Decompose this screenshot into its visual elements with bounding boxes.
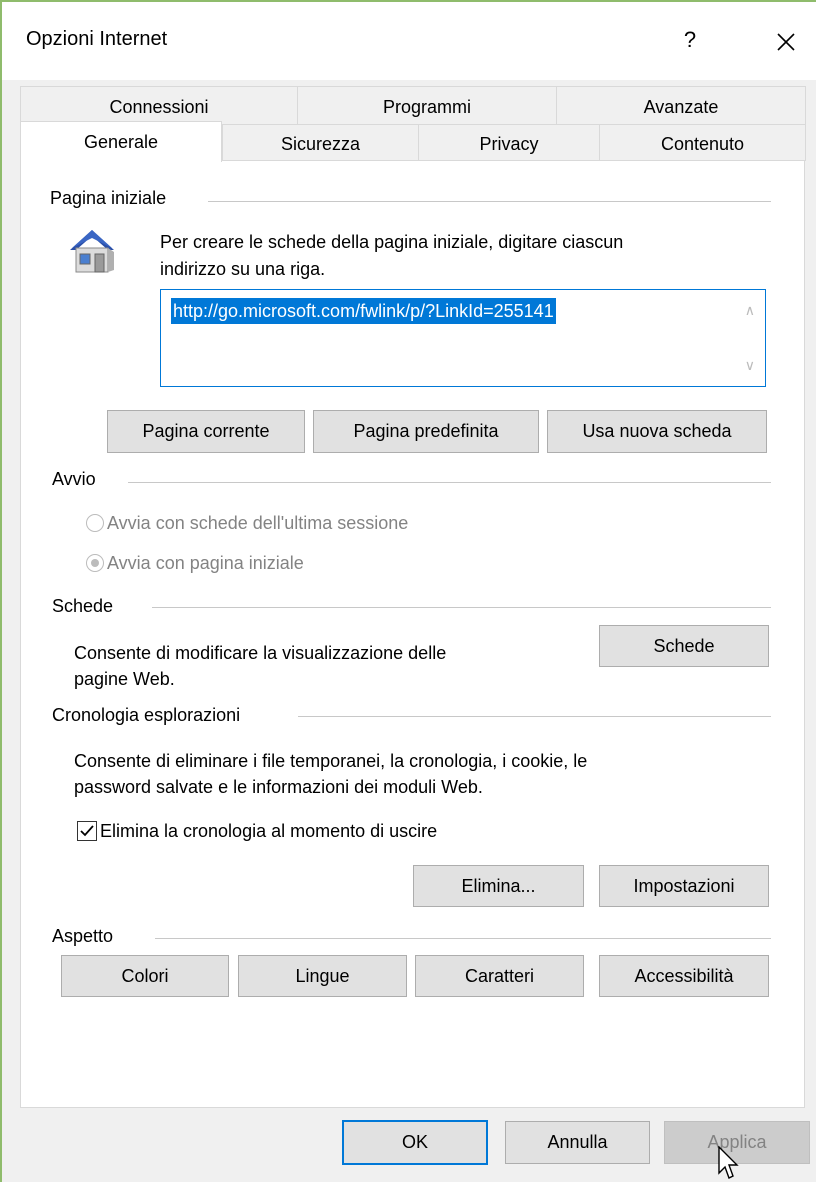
delete-history-button[interactable]: Elimina... <box>413 865 584 907</box>
close-icon <box>777 33 795 51</box>
history-group-label: Cronologia esplorazioni <box>52 705 241 726</box>
homepage-description-line2: indirizzo su una riga. <box>160 259 326 279</box>
history-group-line <box>298 716 771 717</box>
window-title: Opzioni Internet <box>26 28 168 50</box>
current-page-button[interactable]: Pagina corrente <box>107 410 305 453</box>
homepage-description-line1: Per creare le schede della pagina inizia… <box>160 232 624 252</box>
tab-programmi[interactable]: Programmi <box>297 86 557 124</box>
scroll-down-icon[interactable]: ∨ <box>745 357 755 374</box>
radio-homepage-label: Avvia con pagina iniziale <box>107 553 304 573</box>
radio-last-session-label: Avvia con schede dell'ultima sessione <box>107 513 409 533</box>
cancel-button[interactable]: Annulla <box>505 1121 650 1164</box>
startup-group-line <box>128 482 771 483</box>
tab-privacy[interactable]: Privacy <box>418 124 600 161</box>
languages-button[interactable]: Lingue <box>238 955 407 997</box>
tabs-group-line <box>152 607 771 608</box>
tabs-group-label: Schede <box>52 596 114 617</box>
default-page-button[interactable]: Pagina predefinita <box>313 410 539 453</box>
tab-connessioni[interactable]: Connessioni <box>20 86 298 124</box>
tab-contenuto[interactable]: Contenuto <box>599 124 806 161</box>
help-button[interactable]: ? <box>672 14 708 66</box>
checkmark-icon <box>80 825 94 837</box>
tabs-description-line1: Consente di modificare la visualizzazion… <box>74 643 447 663</box>
delete-history-on-exit-checkbox[interactable] <box>77 821 97 841</box>
tabs-description-line2: pagine Web. <box>74 669 175 689</box>
close-button[interactable] <box>764 14 808 66</box>
homepage-url-value: http://go.microsoft.com/fwlink/p/?LinkId… <box>171 298 556 324</box>
home-icon <box>62 222 118 278</box>
fonts-button[interactable]: Caratteri <box>415 955 584 997</box>
scroll-up-icon[interactable]: ∧ <box>745 302 755 319</box>
colors-button[interactable]: Colori <box>61 955 229 997</box>
accessibility-button[interactable]: Accessibilità <box>599 955 769 997</box>
tabs-settings-button[interactable]: Schede <box>599 625 769 667</box>
appearance-group-label: Aspetto <box>52 926 114 947</box>
radio-selected-dot <box>91 559 99 567</box>
homepage-group-label: Pagina iniziale <box>50 188 167 209</box>
homepage-url-textarea[interactable]: http://go.microsoft.com/fwlink/p/?LinkId… <box>160 289 766 387</box>
startup-group-label: Avvio <box>52 469 96 490</box>
history-description-line2: password salvate e le informazioni dei m… <box>74 777 483 797</box>
new-tab-button[interactable]: Usa nuova scheda <box>547 410 767 453</box>
delete-history-on-exit-label: Elimina la cronologia al momento di usci… <box>100 821 438 841</box>
radio-last-session[interactable] <box>86 514 104 532</box>
ok-button[interactable]: OK <box>342 1120 488 1165</box>
radio-homepage[interactable] <box>86 554 104 572</box>
tab-sicurezza[interactable]: Sicurezza <box>222 124 419 161</box>
tab-avanzate[interactable]: Avanzate <box>556 86 806 124</box>
history-settings-button[interactable]: Impostazioni <box>599 865 769 907</box>
history-description-line1: Consente di eliminare i file temporanei,… <box>74 751 588 771</box>
appearance-group-line <box>155 938 771 939</box>
tab-generale[interactable]: Generale <box>20 121 222 162</box>
homepage-group-line <box>208 201 771 202</box>
